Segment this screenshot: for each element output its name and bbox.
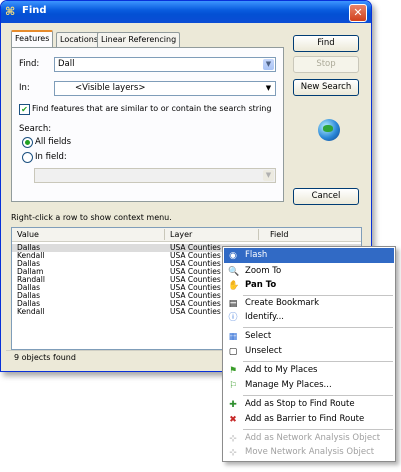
menu-item-flash[interactable]: ◉ Flash (224, 248, 394, 263)
column-layer[interactable]: Layer (170, 230, 192, 239)
menu-item-label: Create Bookmark (245, 298, 320, 308)
find-button[interactable]: Find (293, 35, 359, 52)
menu-item-identify[interactable]: ⓘ Identify... (224, 310, 394, 325)
tab-linear-referencing[interactable]: Linear Referencing (97, 32, 181, 47)
cell-layer: USA Counties (170, 307, 221, 316)
add-place-icon: ⚑ (228, 366, 238, 376)
menu-item-label: Zoom To (245, 266, 282, 276)
context-menu-hint: Right-click a row to show context menu. (11, 213, 172, 222)
route-stop-icon: ✚ (229, 400, 237, 410)
column-divider[interactable] (258, 229, 259, 240)
menu-item-label: Select (245, 331, 272, 341)
menu-item-create-bookmark[interactable]: ▤ Create Bookmark (224, 296, 394, 311)
chevron-down-icon[interactable]: ▼ (263, 59, 274, 70)
menu-item-label: Unselect (245, 346, 282, 356)
menu-item-label: Add to My Places (245, 365, 318, 375)
menu-item-add-network-object: ⊹ Add as Network Analysis Object (224, 431, 394, 446)
column-divider[interactable] (164, 229, 165, 240)
in-layers-select[interactable]: <Visible layers> ▼ (54, 81, 276, 96)
menu-item-move-network-object: ⊹ Move Network Analysis Object (224, 445, 394, 460)
find-label: Find: (19, 59, 40, 69)
route-barrier-icon: ✖ (229, 415, 237, 425)
menu-item-label: Flash (245, 250, 268, 260)
features-panel: Find: Dall ▼ In: <Visible layers> ▼ ✔ Fi… (11, 47, 284, 202)
similar-checkbox[interactable]: ✔ (19, 104, 30, 115)
menu-separator (243, 429, 393, 430)
identify-icon: ⓘ (228, 313, 238, 323)
menu-item-manage-my-places[interactable]: ⚐ Manage My Places... (224, 378, 394, 393)
manage-places-icon: ⚐ (228, 381, 238, 391)
find-value: Dall (58, 59, 75, 69)
menu-item-add-stop[interactable]: ✚ Add as Stop to Find Route (224, 397, 394, 412)
menu-item-add-to-my-places[interactable]: ⚑ Add to My Places (224, 363, 394, 378)
in-label: In: (19, 83, 30, 93)
menu-item-label: Add as Network Analysis Object (245, 433, 381, 443)
unselect-icon: ▢ (228, 347, 238, 357)
close-button[interactable]: ✕ (349, 4, 367, 22)
tab-features[interactable]: Features (11, 30, 54, 48)
network-add-icon: ⊹ (229, 434, 237, 444)
similar-checkbox-label: Find features that are similar to or con… (32, 104, 272, 113)
zoom-icon: 🔍 (228, 267, 240, 277)
menu-item-zoom-to[interactable]: 🔍 Zoom To (224, 264, 394, 279)
column-field[interactable]: Field (270, 230, 288, 239)
bookmark-icon: ▤ (228, 299, 238, 309)
menu-item-label: Add as Stop to Find Route (245, 399, 355, 409)
new-search-button[interactable]: New Search (293, 79, 359, 96)
menu-item-label: Move Network Analysis Object (245, 447, 375, 457)
menu-item-unselect[interactable]: ▢ Unselect (224, 344, 394, 359)
find-combo[interactable]: Dall ▼ (54, 57, 276, 72)
menu-item-label: Add as Barrier to Find Route (245, 414, 365, 424)
context-menu: ◉ Flash 🔍 Zoom To ✋ Pan To ▤ Create Book… (222, 246, 396, 462)
menu-separator (243, 327, 393, 328)
menu-item-label: Identify... (245, 312, 284, 322)
in-field-radio[interactable] (22, 152, 33, 163)
globe-icon (318, 119, 340, 141)
stop-button: Stop (293, 56, 359, 73)
flash-icon: ◉ (229, 251, 237, 261)
menu-item-label: Manage My Places... (245, 380, 332, 390)
column-value[interactable]: Value (17, 230, 39, 239)
pan-hand-icon: ✋ (228, 281, 240, 291)
menu-separator (243, 361, 393, 362)
in-field-select: ▼ (34, 168, 276, 183)
cell-value: Kendall (17, 307, 45, 316)
select-icon: ▦ (228, 332, 238, 342)
menu-item-pan-to[interactable]: ✋ Pan To (224, 278, 394, 293)
window-title: Find (22, 5, 47, 16)
tab-locations[interactable]: Locations (56, 32, 103, 47)
cancel-button[interactable]: Cancel (293, 188, 359, 205)
menu-separator (243, 395, 393, 396)
title-bar[interactable]: ⌘ Find ✕ (1, 1, 371, 23)
search-label: Search: (19, 124, 52, 134)
chevron-down-icon: ▼ (263, 170, 274, 181)
results-header: Value Layer Field (12, 228, 361, 242)
menu-item-label: Pan To (245, 280, 277, 290)
network-move-icon: ⊹ (229, 448, 237, 458)
menu-item-add-barrier[interactable]: ✖ Add as Barrier to Find Route (224, 412, 394, 427)
all-fields-label: All fields (35, 137, 72, 147)
binoculars-icon: ⌘ (5, 5, 16, 18)
in-field-label: In field: (35, 152, 67, 162)
in-value: <Visible layers> (75, 83, 146, 93)
all-fields-radio[interactable] (22, 137, 33, 148)
chevron-down-icon[interactable]: ▼ (263, 83, 274, 94)
menu-item-select[interactable]: ▦ Select (224, 329, 394, 344)
